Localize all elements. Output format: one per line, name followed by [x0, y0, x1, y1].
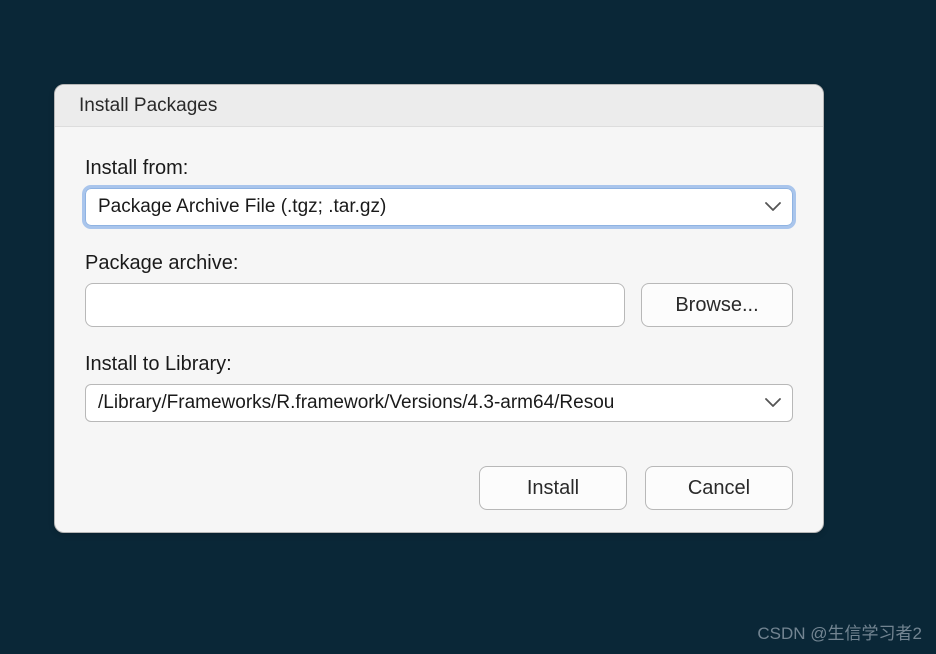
dialog-title: Install Packages	[79, 95, 217, 116]
dialog-titlebar: Install Packages	[55, 85, 823, 127]
cancel-button[interactable]: Cancel	[645, 466, 793, 510]
watermark: CSDN @生信学习者2	[757, 619, 922, 644]
package-archive-label: Package archive:	[85, 252, 793, 275]
install-to-library-label: Install to Library:	[85, 353, 793, 376]
dialog-body: Install from: Package Archive File (.tgz…	[55, 127, 823, 532]
install-to-library-select[interactable]: /Library/Frameworks/R.framework/Versions…	[85, 384, 793, 422]
install-to-library-select-wrap: /Library/Frameworks/R.framework/Versions…	[85, 384, 793, 422]
install-to-library-group: Install to Library: /Library/Frameworks/…	[85, 353, 793, 422]
install-packages-dialog: Install Packages Install from: Package A…	[54, 84, 824, 533]
dialog-footer: Install Cancel	[85, 466, 793, 510]
package-archive-row: Browse...	[85, 283, 793, 327]
package-archive-group: Package archive: Browse...	[85, 252, 793, 327]
install-from-label: Install from:	[85, 157, 793, 180]
browse-button[interactable]: Browse...	[641, 283, 793, 327]
install-from-select-wrap: Package Archive File (.tgz; .tar.gz)	[85, 188, 793, 226]
package-archive-input[interactable]	[85, 283, 625, 327]
install-from-value: Package Archive File (.tgz; .tar.gz)	[98, 196, 386, 217]
install-button[interactable]: Install	[479, 466, 627, 510]
install-from-select[interactable]: Package Archive File (.tgz; .tar.gz)	[85, 188, 793, 226]
install-from-group: Install from: Package Archive File (.tgz…	[85, 157, 793, 226]
install-to-library-value: /Library/Frameworks/R.framework/Versions…	[98, 392, 614, 413]
